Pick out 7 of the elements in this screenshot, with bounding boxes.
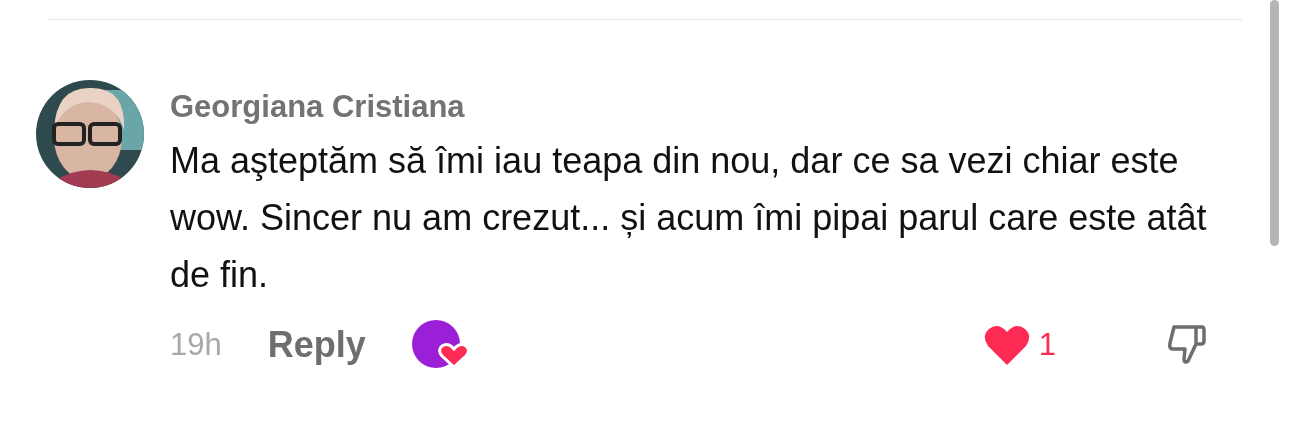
comment-text: Ma aşteptăm să îmi iau teapa din nou, dar ce sa vezi chiar este wow. Sincer nu am crezut... și acum îmi pipai parul care este atât de fin. [170, 139, 1208, 297]
username[interactable]: Georgiana Cristiana [170, 88, 1250, 126]
timestamp: 19h [170, 325, 222, 364]
like-icon[interactable] [982, 324, 1031, 366]
scrollbar[interactable] [1270, 0, 1279, 246]
like-count: 1 [1038, 325, 1056, 364]
reply-button[interactable]: Reply [267, 318, 366, 372]
